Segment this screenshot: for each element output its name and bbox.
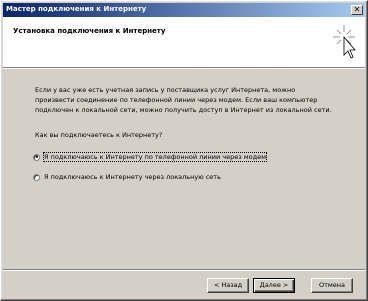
radio-button-modem[interactable] bbox=[33, 153, 40, 161]
window-title: Мастер подключения к Интернету bbox=[6, 5, 147, 13]
connection-question: Как вы подключаетесь к Интернету? bbox=[35, 131, 163, 139]
radio-button-lan[interactable] bbox=[33, 173, 40, 181]
wizard-header: Установка подключения к Интернету bbox=[3, 17, 365, 67]
description-text: Если у вас уже есть учетная запись у пос… bbox=[35, 85, 335, 115]
wizard-sparkle-icon bbox=[333, 25, 356, 59]
close-icon: ✕ bbox=[353, 5, 361, 14]
description-line: подключен к локальной сети, можно получи… bbox=[35, 106, 332, 114]
back-button[interactable]: < Назад bbox=[207, 278, 249, 293]
cancel-button[interactable]: Отмена bbox=[311, 278, 353, 293]
header-separator bbox=[3, 67, 365, 69]
close-button[interactable]: ✕ bbox=[351, 5, 363, 15]
title-bar[interactable]: Мастер подключения к Интернету ✕ bbox=[3, 3, 365, 17]
wizard-window: Мастер подключения к Интернету ✕ Установ… bbox=[0, 0, 368, 301]
description-line: произвести соединение по телефонной лини… bbox=[35, 96, 318, 104]
description-line: Если у вас уже есть учетная запись у пос… bbox=[35, 86, 296, 94]
radio-option-modem[interactable]: Я подключаюсь к Интернету по телефонной … bbox=[33, 151, 268, 163]
header-title: Установка подключения к Интернету bbox=[13, 27, 166, 35]
next-button[interactable]: Далее > bbox=[253, 278, 295, 293]
footer-separator bbox=[3, 269, 365, 271]
radio-label-modem[interactable]: Я подключаюсь к Интернету по телефонной … bbox=[42, 152, 268, 162]
radio-label-lan[interactable]: Я подключаюсь к Интернету через локальну… bbox=[44, 173, 221, 181]
radio-option-lan[interactable]: Я подключаюсь к Интернету через локальну… bbox=[33, 171, 221, 183]
